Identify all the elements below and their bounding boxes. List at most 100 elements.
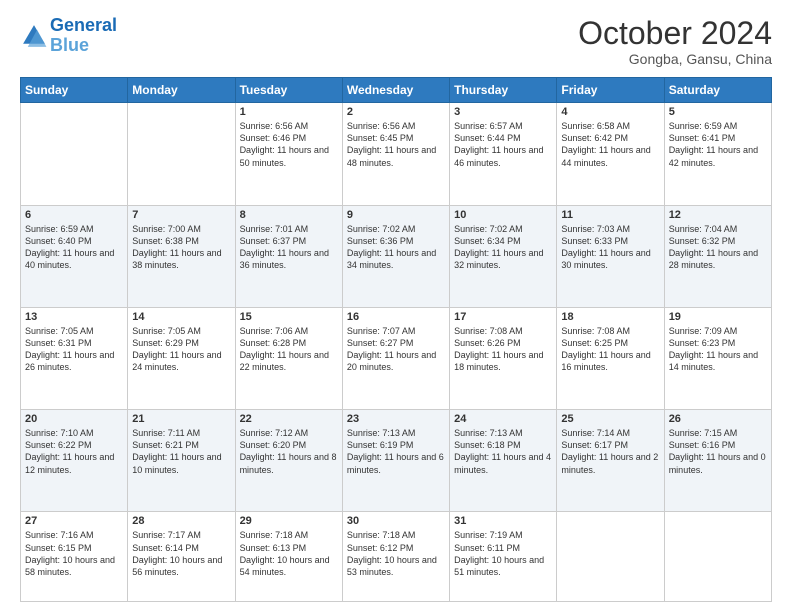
calendar-cell: 23 Sunrise: 7:13 AM Sunset: 6:19 PM Dayli… (342, 410, 449, 512)
week-row-2: 6Sunrise: 6:59 AM Sunset: 6:40 PM Daylig… (21, 205, 772, 307)
calendar-cell: 13Sunrise: 7:05 AM Sunset: 6:31 PM Dayli… (21, 307, 128, 409)
calendar-cell: 4Sunrise: 6:58 AM Sunset: 6:42 PM Daylig… (557, 103, 664, 205)
day-number: 7 (132, 209, 230, 221)
cell-info: Sunrise: 7:03 AM Sunset: 6:33 PM Dayligh… (561, 223, 659, 272)
calendar-table: SundayMondayTuesdayWednesdayThursdayFrid… (20, 77, 772, 602)
day-number: 29 (240, 515, 338, 527)
cell-info: Sunrise: 7:19 AM Sunset: 6:11 PM Dayligh… (454, 529, 552, 578)
cell-info: Sunrise: 7:08 AM Sunset: 6:26 PM Dayligh… (454, 325, 552, 374)
day-number: 3 (454, 106, 552, 118)
page: General Blue October 2024 Gongba, Gansu,… (0, 0, 792, 612)
calendar-cell: 20Sunrise: 7:10 AM Sunset: 6:22 PM Dayli… (21, 410, 128, 512)
calendar-cell: 31 Sunrise: 7:19 AM Sunset: 6:11 PM Dayli… (450, 512, 557, 602)
calendar-cell: 30Sunrise: 7:18 AM Sunset: 6:12 PM Dayli… (342, 512, 449, 602)
day-number: 23 (347, 413, 445, 425)
calendar-cell: 5 Sunrise: 6:59 AM Sunset: 6:41 PM Daylig… (664, 103, 771, 205)
calendar-cell: 2 Sunrise: 6:56 AM Sunset: 6:45 PM Daylig… (342, 103, 449, 205)
cell-info: Sunrise: 7:06 AM Sunset: 6:28 PM Dayligh… (240, 325, 338, 374)
day-number: 30 (347, 515, 445, 527)
cell-info: Sunrise: 7:18 AM Sunset: 6:13 PM Dayligh… (240, 529, 338, 578)
day-number: 1 (240, 106, 338, 118)
week-row-3: 13Sunrise: 7:05 AM Sunset: 6:31 PM Dayli… (21, 307, 772, 409)
cell-info: Sunrise: 6:57 AM Sunset: 6:44 PM Dayligh… (454, 120, 552, 169)
cell-info: Sunrise: 6:59 AM Sunset: 6:41 PM Dayligh… (669, 120, 767, 169)
calendar-cell (21, 103, 128, 205)
week-row-4: 20Sunrise: 7:10 AM Sunset: 6:22 PM Dayli… (21, 410, 772, 512)
logo-icon (20, 22, 48, 50)
calendar-cell: 1 Sunrise: 6:56 AM Sunset: 6:46 PM Daylig… (235, 103, 342, 205)
day-number: 12 (669, 209, 767, 221)
cell-info: Sunrise: 7:02 AM Sunset: 6:34 PM Dayligh… (454, 223, 552, 272)
day-number: 21 (132, 413, 230, 425)
calendar-cell: 22 Sunrise: 7:12 AM Sunset: 6:20 PM Dayli… (235, 410, 342, 512)
calendar-cell: 24 Sunrise: 7:13 AM Sunset: 6:18 PM Dayli… (450, 410, 557, 512)
title-block: October 2024 Gongba, Gansu, China (578, 16, 772, 67)
day-number: 25 (561, 413, 659, 425)
day-number: 9 (347, 209, 445, 221)
cell-info: Sunrise: 7:15 AM Sunset: 6:16 PM Dayligh… (669, 427, 767, 476)
cell-info: Sunrise: 7:17 AM Sunset: 6:14 PM Dayligh… (132, 529, 230, 578)
day-number: 31 (454, 515, 552, 527)
calendar-cell: 9 Sunrise: 7:02 AM Sunset: 6:36 PM Daylig… (342, 205, 449, 307)
day-number: 10 (454, 209, 552, 221)
day-number: 2 (347, 106, 445, 118)
calendar-cell: 19 Sunrise: 7:09 AM Sunset: 6:23 PM Dayli… (664, 307, 771, 409)
cell-info: Sunrise: 7:13 AM Sunset: 6:19 PM Dayligh… (347, 427, 445, 476)
weekday-header-row: SundayMondayTuesdayWednesdayThursdayFrid… (21, 78, 772, 103)
day-number: 17 (454, 311, 552, 323)
calendar-cell: 18 Sunrise: 7:08 AM Sunset: 6:25 PM Dayli… (557, 307, 664, 409)
calendar-cell (557, 512, 664, 602)
weekday-header-monday: Monday (128, 78, 235, 103)
cell-info: Sunrise: 6:56 AM Sunset: 6:46 PM Dayligh… (240, 120, 338, 169)
cell-info: Sunrise: 7:04 AM Sunset: 6:32 PM Dayligh… (669, 223, 767, 272)
calendar-cell: 3 Sunrise: 6:57 AM Sunset: 6:44 PM Daylig… (450, 103, 557, 205)
calendar-cell: 21 Sunrise: 7:11 AM Sunset: 6:21 PM Dayli… (128, 410, 235, 512)
day-number: 27 (25, 515, 123, 527)
day-number: 19 (669, 311, 767, 323)
cell-info: Sunrise: 7:14 AM Sunset: 6:17 PM Dayligh… (561, 427, 659, 476)
day-number: 24 (454, 413, 552, 425)
day-number: 14 (132, 311, 230, 323)
day-number: 4 (561, 106, 659, 118)
cell-info: Sunrise: 7:08 AM Sunset: 6:25 PM Dayligh… (561, 325, 659, 374)
cell-info: Sunrise: 7:09 AM Sunset: 6:23 PM Dayligh… (669, 325, 767, 374)
day-number: 28 (132, 515, 230, 527)
week-row-5: 27 Sunrise: 7:16 AM Sunset: 6:15 PM Dayli… (21, 512, 772, 602)
calendar-cell: 17 Sunrise: 7:08 AM Sunset: 6:26 PM Dayli… (450, 307, 557, 409)
day-number: 18 (561, 311, 659, 323)
day-number: 16 (347, 311, 445, 323)
calendar-cell: 27 Sunrise: 7:16 AM Sunset: 6:15 PM Dayli… (21, 512, 128, 602)
calendar-cell: 14 Sunrise: 7:05 AM Sunset: 6:29 PM Dayli… (128, 307, 235, 409)
day-number: 22 (240, 413, 338, 425)
cell-info: Sunrise: 7:05 AM Sunset: 6:29 PM Dayligh… (132, 325, 230, 374)
cell-info: Sunrise: 6:56 AM Sunset: 6:45 PM Dayligh… (347, 120, 445, 169)
day-number: 20 (25, 413, 123, 425)
weekday-header-friday: Friday (557, 78, 664, 103)
calendar-cell: 8Sunrise: 7:01 AM Sunset: 6:37 PM Daylig… (235, 205, 342, 307)
logo-line2: Blue (50, 35, 89, 55)
calendar-cell: 16Sunrise: 7:07 AM Sunset: 6:27 PM Dayli… (342, 307, 449, 409)
day-number: 5 (669, 106, 767, 118)
weekday-header-sunday: Sunday (21, 78, 128, 103)
calendar-cell: 29 Sunrise: 7:18 AM Sunset: 6:13 PM Dayli… (235, 512, 342, 602)
cell-info: Sunrise: 7:16 AM Sunset: 6:15 PM Dayligh… (25, 529, 123, 578)
calendar-cell: 6Sunrise: 6:59 AM Sunset: 6:40 PM Daylig… (21, 205, 128, 307)
day-number: 11 (561, 209, 659, 221)
weekday-header-wednesday: Wednesday (342, 78, 449, 103)
cell-info: Sunrise: 7:11 AM Sunset: 6:21 PM Dayligh… (132, 427, 230, 476)
weekday-header-thursday: Thursday (450, 78, 557, 103)
calendar-cell: 15Sunrise: 7:06 AM Sunset: 6:28 PM Dayli… (235, 307, 342, 409)
calendar-cell: 28 Sunrise: 7:17 AM Sunset: 6:14 PM Dayli… (128, 512, 235, 602)
cell-info: Sunrise: 7:02 AM Sunset: 6:36 PM Dayligh… (347, 223, 445, 272)
calendar-cell: 7Sunrise: 7:00 AM Sunset: 6:38 PM Daylig… (128, 205, 235, 307)
location-subtitle: Gongba, Gansu, China (578, 51, 772, 67)
cell-info: Sunrise: 7:12 AM Sunset: 6:20 PM Dayligh… (240, 427, 338, 476)
cell-info: Sunrise: 7:01 AM Sunset: 6:37 PM Dayligh… (240, 223, 338, 272)
logo: General Blue (20, 16, 117, 56)
calendar-cell: 26Sunrise: 7:15 AM Sunset: 6:16 PM Dayli… (664, 410, 771, 512)
logo-line1: General (50, 15, 117, 35)
cell-info: Sunrise: 7:13 AM Sunset: 6:18 PM Dayligh… (454, 427, 552, 476)
day-number: 6 (25, 209, 123, 221)
weekday-header-tuesday: Tuesday (235, 78, 342, 103)
calendar-cell (664, 512, 771, 602)
